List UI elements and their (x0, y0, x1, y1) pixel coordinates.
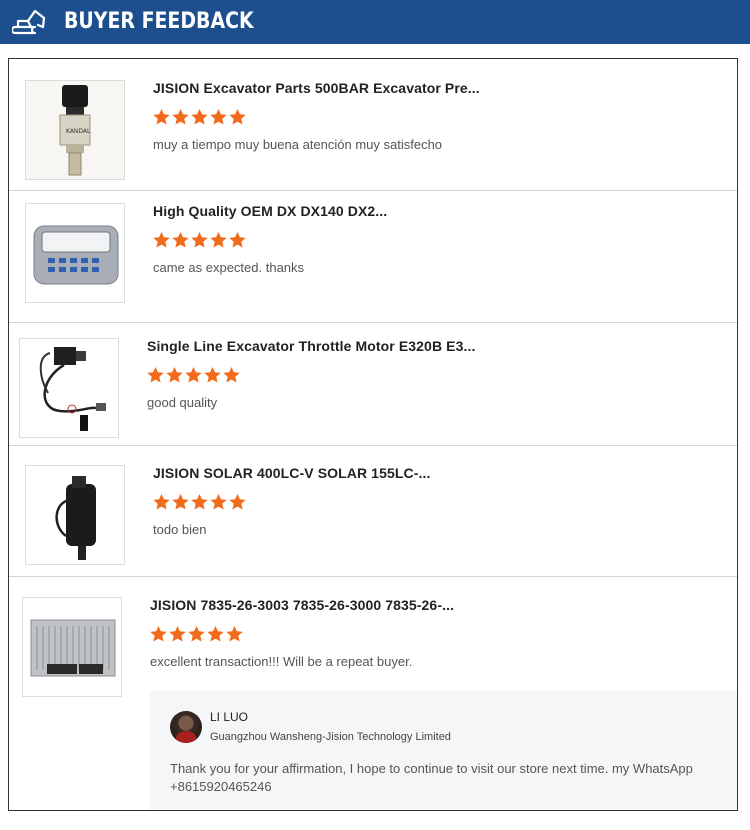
star-icon (153, 232, 170, 248)
star-icon (229, 232, 246, 248)
star-icon (169, 626, 186, 642)
review-item: High Quality OEM DX DX140 DX2... came as… (9, 191, 737, 323)
star-icon (185, 367, 202, 383)
star-icon (191, 109, 208, 125)
star-rating (152, 231, 247, 249)
product-thumbnail[interactable] (22, 597, 122, 697)
reply-author-name: LI LUO (210, 710, 249, 724)
seller-reply: LI LUO Guangzhou Wansheng-Jision Technol… (150, 691, 737, 810)
product-thumbnail[interactable]: KANDAL (25, 80, 125, 180)
star-icon (210, 494, 227, 510)
star-icon (223, 367, 240, 383)
reply-text: Thank you for your affirmation, I hope t… (170, 761, 693, 794)
star-icon (226, 626, 243, 642)
review-comment: came as expected. thanks (153, 260, 305, 275)
star-icon (210, 232, 227, 248)
product-thumbnail[interactable] (25, 465, 125, 565)
monitor-display-image (26, 204, 124, 302)
star-icon (166, 367, 183, 383)
star-icon (147, 367, 164, 383)
pressure-sensor-image: KANDAL (26, 81, 124, 179)
header-bar: BUYER FEEDBACK (0, 0, 750, 44)
star-icon (191, 494, 208, 510)
review-item: KANDAL JISION Excavator Parts 500BAR Exc… (9, 59, 737, 191)
product-title[interactable]: Single Line Excavator Throttle Motor E32… (147, 338, 475, 354)
product-title[interactable]: JISION SOLAR 400LC-V SOLAR 155LC-... (153, 465, 430, 481)
star-icon (229, 109, 246, 125)
star-icon (204, 367, 221, 383)
feedback-panel: KANDAL JISION Excavator Parts 500BAR Exc… (8, 58, 738, 811)
star-icon (210, 109, 227, 125)
star-icon (191, 232, 208, 248)
review-comment: muy a tiempo muy buena atención muy sati… (153, 137, 443, 152)
star-icon (172, 494, 189, 510)
reply-company: Guangzhou Wansheng-Jision Technology Lim… (210, 731, 451, 743)
review-comment: good quality (147, 395, 218, 410)
review-item: Single Line Excavator Throttle Motor E32… (9, 323, 737, 446)
review-comment: todo bien (153, 522, 207, 537)
star-icon (153, 494, 170, 510)
svg-text:KANDAL: KANDAL (66, 128, 91, 135)
star-icon (153, 109, 170, 125)
avatar (170, 711, 202, 743)
star-icon (188, 626, 205, 642)
star-icon (207, 626, 224, 642)
star-icon (150, 626, 167, 642)
product-title[interactable]: JISION 7835-26-3003 7835-26-3000 7835-26… (150, 597, 454, 613)
star-rating (152, 108, 247, 126)
star-rating (146, 366, 241, 384)
excavator-icon (12, 9, 46, 35)
star-rating (149, 625, 244, 643)
product-title[interactable]: JISION Excavator Parts 500BAR Excavator … (153, 80, 480, 96)
review-comment: excellent transaction!!! Will be a repea… (150, 654, 413, 669)
product-thumbnail[interactable] (19, 338, 119, 438)
review-item: JISION SOLAR 400LC-V SOLAR 155LC-... tod… (9, 446, 737, 577)
star-icon (172, 109, 189, 125)
product-thumbnail[interactable] (25, 203, 125, 303)
star-rating (152, 493, 247, 511)
controller-unit-image (23, 598, 121, 696)
product-title[interactable]: High Quality OEM DX DX140 DX2... (153, 203, 387, 219)
throttle-motor-image (20, 339, 118, 437)
star-icon (229, 494, 246, 510)
throttle-actuator-image (26, 466, 124, 564)
star-icon (172, 232, 189, 248)
page-title: BUYER FEEDBACK (64, 9, 254, 34)
